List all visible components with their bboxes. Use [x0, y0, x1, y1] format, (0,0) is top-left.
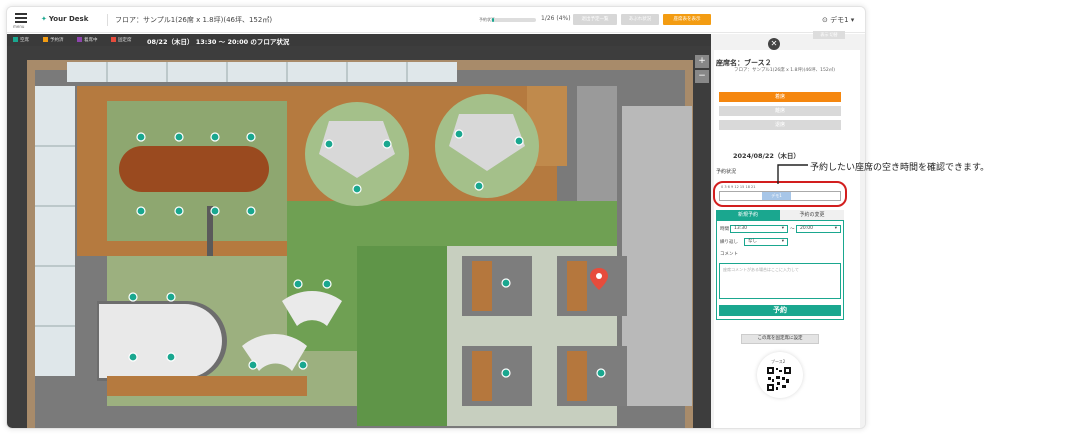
comment-label: コメント — [720, 252, 738, 257]
app-logo[interactable]: ✦ Your Desk — [41, 15, 88, 23]
zoom-out-button[interactable]: − — [695, 70, 709, 83]
floor-status-title: 08/22（木日） 13:30 ～ 20:00 のフロア状況 — [147, 38, 290, 46]
exit-seat-button[interactable]: 退席 — [719, 120, 841, 130]
qr-label: ブース2 — [771, 359, 786, 364]
reservation-timeline[interactable]: デモ1 — [719, 191, 841, 201]
set-fixed-seat-button[interactable]: この席を固定席に設定 — [741, 334, 819, 344]
logo-text: Your Desk — [48, 15, 89, 23]
progress-text: 1/26 (4%) — [541, 15, 571, 22]
reservation-progress-bar — [492, 18, 536, 22]
hamburger-menu-icon[interactable] — [15, 13, 27, 23]
view-toggle-button[interactable]: 表示 切替 — [813, 31, 845, 39]
reservation-status-label: 予約状況 — [716, 169, 737, 175]
menu-label: menu — [13, 24, 25, 29]
qr-code-icon — [767, 367, 791, 391]
time-label: 時間 — [720, 227, 729, 232]
departure-list-button[interactable]: 退出予定一覧 — [573, 14, 617, 25]
time-separator: 〜 — [790, 227, 795, 232]
legend-fixed: 固定席 — [111, 37, 132, 43]
timeline-reserved-block[interactable]: デモ1 — [762, 192, 791, 200]
reserve-button[interactable]: 予約 — [719, 305, 841, 316]
comment-textarea[interactable]: 座席コメントがある場合はここに入力して — [719, 263, 841, 299]
legend-reserved: 予約済 — [43, 37, 64, 43]
timeline-ticks: 0 3 6 9 12 15 18 21 — [721, 185, 756, 189]
time-from-select[interactable]: 13:30 ▾ — [730, 225, 788, 233]
show-seatmap-button[interactable]: 座席表を表示 — [663, 14, 711, 25]
user-menu[interactable]: ⊙ デモ1 ▾ — [822, 15, 854, 25]
top-bar: menu ✦ Your Desk フロア：サンプル1(26席 x 1.8坪)(46… — [7, 7, 865, 33]
tab-new-reservation[interactable]: 新規予約 — [716, 210, 780, 220]
callout-text: 予約したい座席の空き時間を確認できます。 — [810, 163, 990, 173]
legend-bar: 空席 予約済 着席中 固定席 08/22（木日） 13:30 ～ 20:00 の… — [7, 34, 711, 46]
seat-floor-info: フロア：サンプル1(26席 x 1.8坪)(46坪、152㎡) — [734, 68, 835, 73]
floor-map[interactable] — [7, 46, 711, 429]
callout-leader-line — [777, 164, 808, 184]
user-label: デモ1 ▾ — [830, 16, 855, 24]
close-icon[interactable]: ✕ — [768, 38, 780, 50]
reservation-date: 2024/08/22（木日） — [733, 152, 800, 160]
checkin-button[interactable]: 着席 — [719, 92, 841, 102]
logo-icon: ✦ — [41, 15, 47, 23]
divider — [107, 14, 108, 26]
overflow-status-button[interactable]: あぶれ状況 — [621, 14, 659, 25]
reservation-tabs: 新規予約 予約の変更 — [716, 210, 844, 220]
repeat-select[interactable]: なし ▾ — [744, 238, 788, 246]
zoom-in-button[interactable]: + — [695, 55, 709, 68]
legend-vacant: 空席 — [13, 37, 29, 43]
progress-fill — [492, 18, 494, 22]
leave-seat-button[interactable]: 離席 — [719, 106, 841, 116]
floor-title: フロア：サンプル1(26席 x 1.8坪)(46坪、152㎡) — [115, 16, 273, 24]
user-icon: ⊙ — [822, 16, 831, 24]
legend-seated: 着席中 — [77, 37, 98, 43]
tab-change-reservation[interactable]: 予約の変更 — [780, 210, 844, 220]
repeat-label: 繰り返し — [720, 240, 738, 245]
time-to-select[interactable]: 20:00 ▾ — [796, 225, 841, 233]
